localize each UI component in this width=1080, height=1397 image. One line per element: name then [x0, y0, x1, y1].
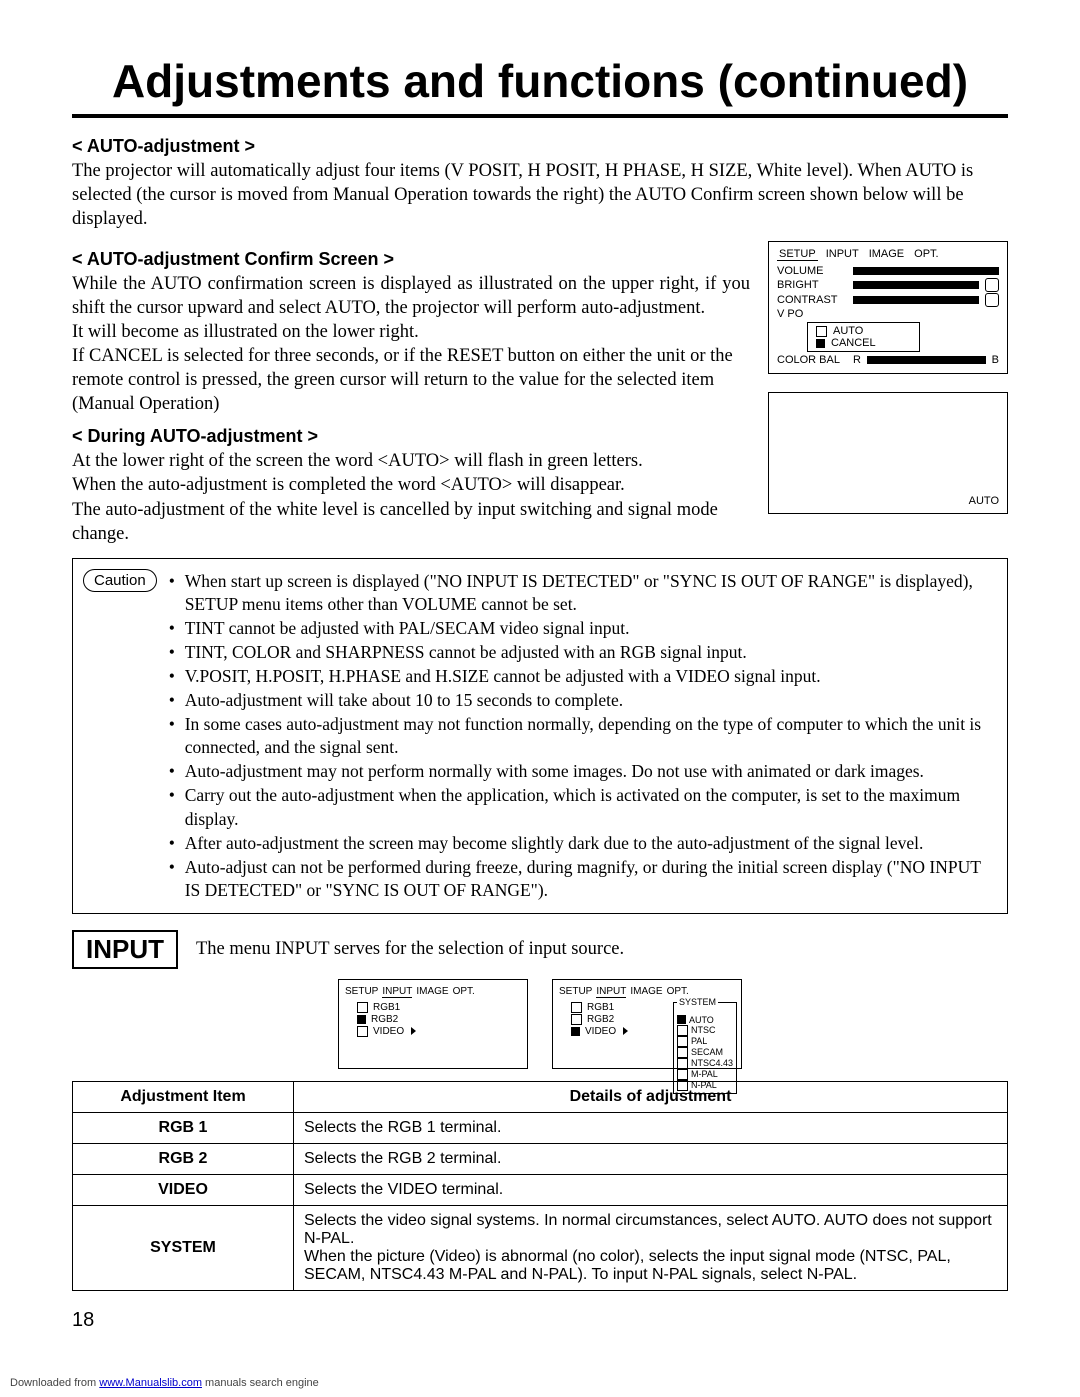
- osd-colorbal: COLOR BAL: [777, 354, 847, 366]
- colorbal-b: B: [992, 354, 999, 366]
- osd-volume: VOLUME: [777, 265, 847, 277]
- mini2-rgb1: RGB1: [587, 1002, 614, 1013]
- table-key: SYSTEM: [73, 1205, 294, 1290]
- table-val: Selects the VIDEO terminal.: [294, 1174, 1008, 1205]
- table-key: RGB 1: [73, 1112, 294, 1143]
- mini2-tab-setup: SETUP: [559, 986, 592, 998]
- popup-auto: AUTO: [833, 325, 863, 337]
- table-row: SYSTEMSelects the video signal systems. …: [73, 1205, 1008, 1290]
- osd-bright: BRIGHT: [777, 279, 847, 291]
- table-val: Selects the RGB 2 terminal.: [294, 1143, 1008, 1174]
- sys-ntsc443: NTSC4.43: [691, 1058, 733, 1068]
- sys-mpal: M-PAL: [691, 1069, 718, 1079]
- osd-vpos: V PO: [777, 308, 847, 320]
- table-val: Selects the RGB 1 terminal.: [294, 1112, 1008, 1143]
- sun-icon: [985, 278, 999, 292]
- table-key: VIDEO: [73, 1174, 294, 1205]
- osd-tab-input: INPUT: [824, 248, 861, 261]
- table-key: RGB 2: [73, 1143, 294, 1174]
- download-footer: Downloaded from www.Manualslib.com manua…: [10, 1377, 319, 1389]
- caution-item: •Carry out the auto-adjustment when the …: [169, 784, 995, 830]
- osd-tab-image: IMAGE: [867, 248, 906, 261]
- osd-setup-figure: SETUP INPUT IMAGE OPT. VOLUME BRIGHT CON…: [768, 241, 1008, 374]
- caution-item: •TINT, COLOR and SHARPNESS cannot be adj…: [169, 641, 995, 664]
- caution-item: •Auto-adjust can not be performed during…: [169, 856, 995, 902]
- caution-item: •Auto-adjustment may not perform normall…: [169, 760, 995, 783]
- mini1-tab-setup: SETUP: [345, 986, 378, 998]
- page-number: 18: [72, 1309, 1008, 1332]
- page-title: Adjustments and functions (continued): [72, 54, 1008, 118]
- sys-pal: PAL: [691, 1036, 707, 1046]
- during-p2: When the auto-adjustment is completed th…: [72, 473, 750, 497]
- caution-item: •In some cases auto-adjustment may not f…: [169, 713, 995, 759]
- footer-pre: Downloaded from: [10, 1377, 99, 1389]
- osd-blank-figure: AUTO: [768, 392, 1008, 514]
- th-item: Adjustment Item: [73, 1081, 294, 1112]
- osd-tab-setup: SETUP: [777, 248, 818, 261]
- caution-item: •When start up screen is displayed ("NO …: [169, 570, 995, 616]
- colorbal-r: R: [853, 354, 861, 366]
- mini2-tab-image: IMAGE: [630, 986, 662, 998]
- during-p1: At the lower right of the screen the wor…: [72, 449, 750, 473]
- auto-adj-text: The projector will automatically adjust …: [72, 159, 1008, 231]
- system-label: SYSTEM: [677, 997, 718, 1007]
- auto-cancel-popup: AUTO CANCEL: [807, 322, 920, 352]
- caution-badge: Caution: [83, 569, 157, 592]
- during-p3: The auto-adjustment of the white level i…: [72, 498, 750, 546]
- system-popup: SYSTEM AUTO NTSC PAL SECAM NTSC4.43 M-PA…: [673, 1002, 737, 1094]
- mini2-tab-input: INPUT: [596, 986, 626, 998]
- mini2-rgb2: RGB2: [587, 1014, 614, 1025]
- table-row: RGB 1Selects the RGB 1 terminal.: [73, 1112, 1008, 1143]
- auto-adj-heading: < AUTO-adjustment >: [72, 136, 1008, 157]
- contrast-icon: [985, 293, 999, 307]
- auto-indicator: AUTO: [969, 495, 999, 507]
- input-osd-figure-1: SETUP INPUT IMAGE OPT. RGB1 RGB2 VIDEO: [338, 979, 528, 1069]
- square-filled-icon: [816, 339, 825, 348]
- during-heading: < During AUTO-adjustment >: [72, 426, 750, 447]
- input-table: Adjustment ItemDetails of adjustment RGB…: [72, 1081, 1008, 1291]
- table-val: Selects the video signal systems. In nor…: [294, 1205, 1008, 1290]
- triangle-right-icon: [411, 1027, 416, 1035]
- confirm-heading: < AUTO-adjustment Confirm Screen >: [72, 249, 750, 270]
- mini1-tab-input: INPUT: [382, 986, 412, 998]
- confirm-p2: It will become as illustrated on the low…: [72, 320, 750, 344]
- manualslib-link[interactable]: www.Manualslib.com: [99, 1377, 202, 1389]
- osd-contrast: CONTRAST: [777, 294, 847, 306]
- mini1-video: VIDEO: [373, 1026, 404, 1037]
- caution-item: •V.POSIT, H.POSIT, H.PHASE and H.SIZE ca…: [169, 665, 995, 688]
- table-row: VIDEOSelects the VIDEO terminal.: [73, 1174, 1008, 1205]
- confirm-p3: If CANCEL is selected for three seconds,…: [72, 344, 750, 416]
- triangle-right-icon: [623, 1027, 628, 1035]
- caution-item: •Auto-adjustment will take about 10 to 1…: [169, 689, 995, 712]
- footer-post: manuals search engine: [202, 1377, 319, 1389]
- input-lead: The menu INPUT serves for the selection …: [196, 937, 624, 961]
- mini1-rgb1: RGB1: [373, 1002, 400, 1013]
- mini1-rgb2: RGB2: [371, 1014, 398, 1025]
- square-icon: [816, 326, 827, 337]
- mini1-tab-opt: OPT.: [453, 986, 475, 998]
- sys-npal: N-PAL: [691, 1080, 717, 1090]
- popup-cancel: CANCEL: [831, 337, 876, 349]
- osd-tab-opt: OPT.: [912, 248, 940, 261]
- th-details: Details of adjustment: [294, 1081, 1008, 1112]
- input-osd-figure-2: SETUP INPUT IMAGE OPT. RGB1 RGB2 VIDEO S…: [552, 979, 742, 1069]
- caution-box: Caution •When start up screen is display…: [72, 558, 1008, 914]
- confirm-p1: While the AUTO confirmation screen is di…: [72, 272, 750, 320]
- table-row: RGB 2Selects the RGB 2 terminal.: [73, 1143, 1008, 1174]
- mini2-video: VIDEO: [585, 1026, 616, 1037]
- input-section-badge: INPUT: [72, 930, 178, 969]
- caution-item: •TINT cannot be adjusted with PAL/SECAM …: [169, 617, 995, 640]
- sys-ntsc: NTSC: [691, 1025, 716, 1035]
- sys-secam: SECAM: [691, 1047, 723, 1057]
- sys-auto: AUTO: [689, 1015, 714, 1025]
- mini1-tab-image: IMAGE: [416, 986, 448, 998]
- caution-item: •After auto-adjustment the screen may be…: [169, 832, 995, 855]
